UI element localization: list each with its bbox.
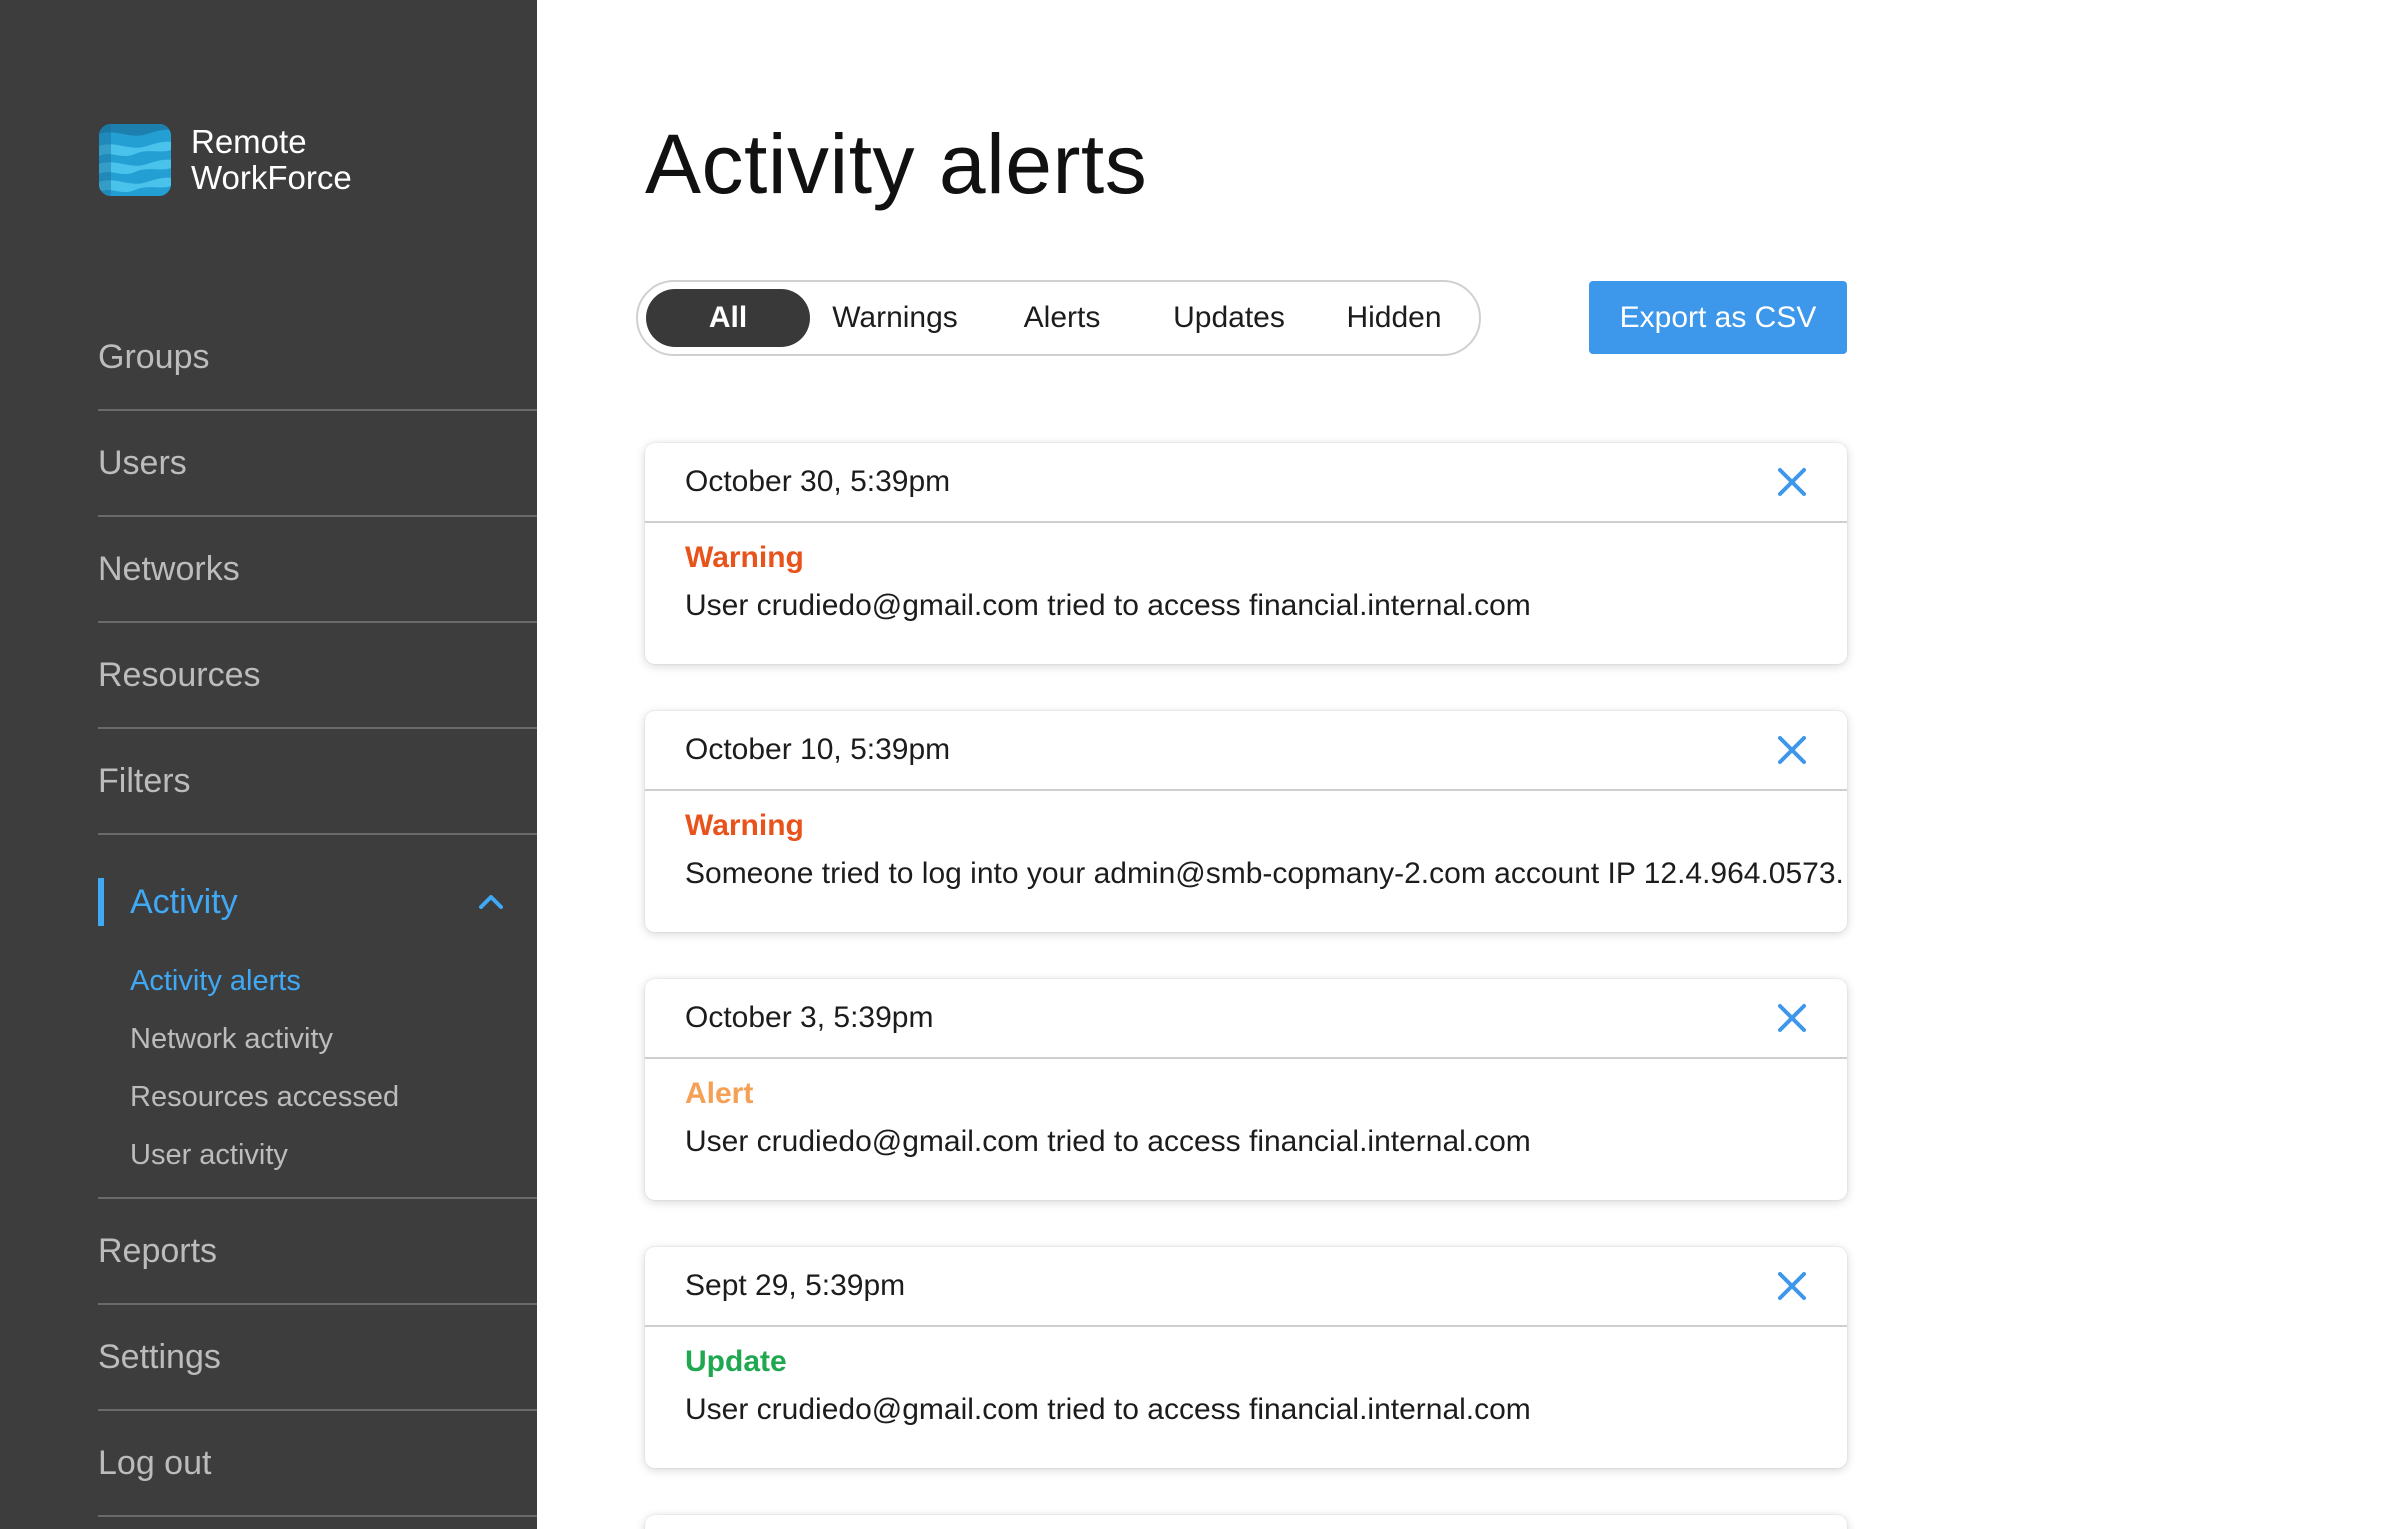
subnav-item-activity-alerts[interactable]: Activity alerts: [130, 952, 399, 1010]
page-title: Activity alerts: [645, 117, 1148, 211]
alert-date: Sept 29, 5:39pm: [645, 1247, 1847, 1327]
alert-type-label: Warning: [685, 541, 804, 574]
alert-date: October 3, 5:39pm: [645, 979, 1847, 1059]
sidebar-item-label: Resources: [98, 655, 261, 694]
export-csv-button[interactable]: Export as CSV: [1589, 281, 1847, 354]
subnav-item-resources-accessed[interactable]: Resources accessed: [130, 1068, 399, 1126]
logo-icon: [99, 124, 171, 196]
filter-updates[interactable]: Updates: [1144, 289, 1314, 347]
alert-list: October 30, 5:39pm Warning User crudiedo…: [645, 443, 1847, 1529]
subnav-item-network-activity[interactable]: Network activity: [130, 1010, 399, 1068]
sidebar-item-reports[interactable]: Reports: [98, 1199, 537, 1305]
alert-card-partial: [645, 1515, 1847, 1529]
sidebar-item-activity[interactable]: Activity: [98, 878, 537, 926]
alert-card: October 30, 5:39pm Warning User crudiedo…: [645, 443, 1847, 664]
alert-message: User crudiedo@gmail.com tried to access …: [685, 1125, 1531, 1158]
sidebar-group-activity: Activity Activity alerts Network activit…: [98, 835, 537, 1199]
activity-subnav: Activity alerts Network activity Resourc…: [130, 952, 399, 1184]
chevron-up-icon[interactable]: [475, 886, 507, 918]
sidebar-nav: Groups Users Networks Resources Filters …: [98, 305, 537, 1517]
close-icon[interactable]: [1775, 733, 1809, 767]
close-icon[interactable]: [1775, 1001, 1809, 1035]
filter-warnings[interactable]: Warnings: [810, 289, 980, 347]
close-icon[interactable]: [1775, 1269, 1809, 1303]
alert-type-label: Alert: [685, 1077, 754, 1110]
alert-message: Someone tried to log into your admin@smb…: [685, 857, 1844, 890]
sidebar-item-label: Networks: [98, 549, 240, 588]
alert-card: October 3, 5:39pm Alert User crudiedo@gm…: [645, 979, 1847, 1200]
filter-alerts[interactable]: Alerts: [980, 289, 1144, 347]
sidebar-item-label: Reports: [98, 1231, 218, 1270]
sidebar-item-filters[interactable]: Filters: [98, 729, 537, 835]
alert-type-label: Warning: [685, 809, 804, 842]
sidebar-item-label: Users: [98, 443, 187, 482]
sidebar-item-label: Activity: [130, 882, 238, 921]
sidebar-item-resources[interactable]: Resources: [98, 623, 537, 729]
alert-date: October 10, 5:39pm: [645, 711, 1847, 791]
alert-message: User crudiedo@gmail.com tried to access …: [685, 589, 1531, 622]
close-icon[interactable]: [1775, 465, 1809, 499]
active-indicator: [98, 878, 104, 926]
alert-card: October 10, 5:39pm Warning Someone tried…: [645, 711, 1847, 932]
sidebar-item-label: Log out: [98, 1443, 212, 1482]
alert-message: User crudiedo@gmail.com tried to access …: [685, 1393, 1531, 1426]
alert-type-label: Update: [685, 1345, 787, 1378]
sidebar-item-users[interactable]: Users: [98, 411, 537, 517]
brand-name: Remote WorkForce: [191, 124, 352, 196]
sidebar-item-label: Settings: [98, 1337, 221, 1376]
sidebar-item-groups[interactable]: Groups: [98, 305, 537, 411]
subnav-item-user-activity[interactable]: User activity: [130, 1126, 399, 1184]
sidebar-item-label: Filters: [98, 761, 191, 800]
sidebar-item-settings[interactable]: Settings: [98, 1305, 537, 1411]
sidebar-item-label: Groups: [98, 337, 210, 376]
brand-line-2: WorkForce: [191, 159, 352, 196]
filter-hidden[interactable]: Hidden: [1314, 289, 1474, 347]
sidebar-item-logout[interactable]: Log out: [98, 1411, 537, 1517]
brand-line-1: Remote: [191, 123, 307, 160]
sidebar-item-networks[interactable]: Networks: [98, 517, 537, 623]
brand-logo[interactable]: Remote WorkForce: [99, 124, 352, 196]
filter-all[interactable]: All: [646, 289, 810, 347]
sidebar: Remote WorkForce Groups Users Networks R…: [0, 0, 537, 1529]
filter-segmented-control: All Warnings Alerts Updates Hidden: [636, 280, 1481, 356]
alert-date: October 30, 5:39pm: [645, 443, 1847, 523]
alert-card: Sept 29, 5:39pm Update User crudiedo@gma…: [645, 1247, 1847, 1468]
